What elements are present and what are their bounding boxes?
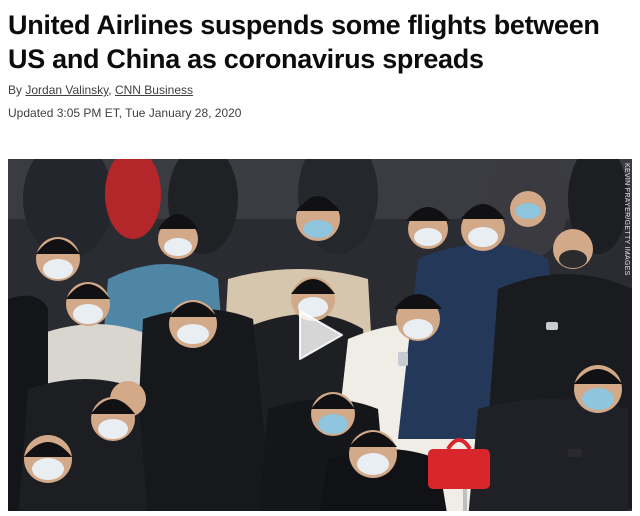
play-icon[interactable] (294, 307, 346, 363)
video-player[interactable]: KEVIN FRAYER/GETTY IMAGES (8, 159, 632, 511)
byline-separator: , (108, 83, 115, 97)
author-link-cnn-business[interactable]: CNN Business (115, 83, 193, 97)
article-headline: United Airlines suspends some flights be… (8, 10, 600, 74)
byline-prefix: By (8, 83, 23, 97)
photo-credit: KEVIN FRAYER/GETTY IMAGES (623, 163, 630, 276)
updated-timestamp: Updated 3:05 PM ET, Tue January 28, 2020 (8, 106, 242, 120)
byline: By Jordan Valinsky, CNN Business (8, 83, 193, 97)
author-link-jordan-valinsky[interactable]: Jordan Valinsky (25, 83, 108, 97)
